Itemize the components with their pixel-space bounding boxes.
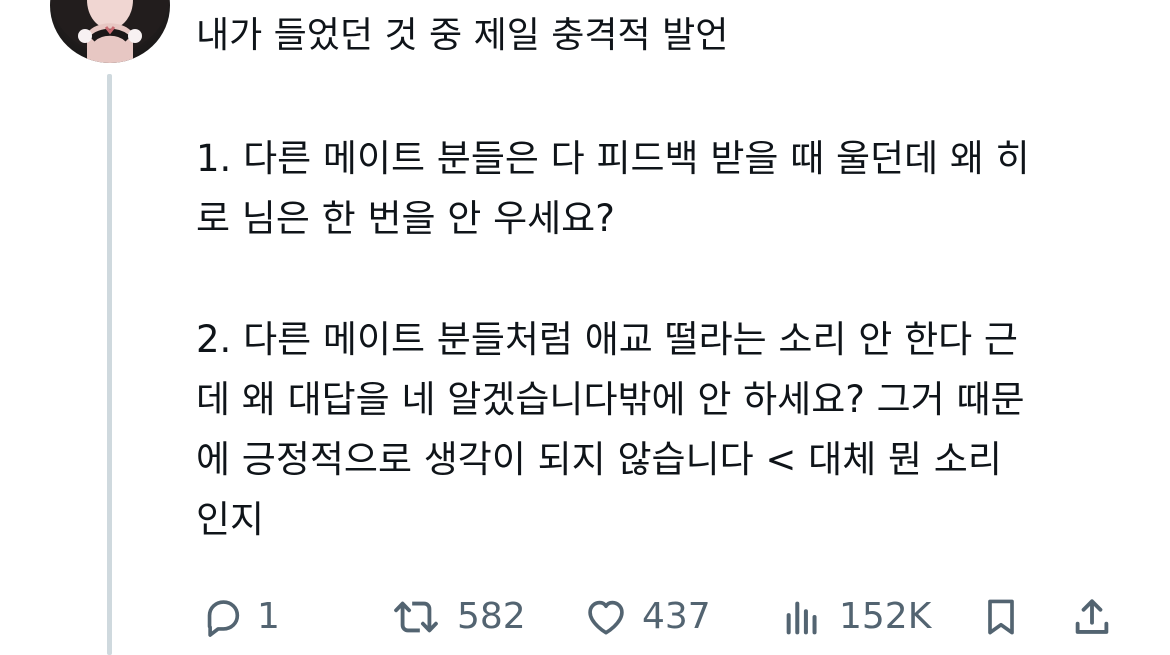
views-button[interactable]: 152K [781, 585, 931, 649]
repost-icon [394, 601, 438, 633]
heart-icon [588, 600, 624, 635]
repost-count: 582 [457, 596, 526, 637]
avatar[interactable] [50, 0, 170, 63]
post-paragraph-1: 1. 다른 메이트 분들은 다 피드백 받을 때 울던데 왜 히 로 님은 한 … [196, 129, 1126, 249]
like-button[interactable]: 437 [582, 585, 711, 649]
share-button[interactable] [1069, 585, 1115, 649]
post-paragraph-1-line-1: 1. 다른 메이트 분들은 다 피드백 받을 때 울던데 왜 히 [196, 137, 1030, 180]
post-paragraph-2-line-3: 에 긍정적으로 생각이 되지 않습니다 < 대체 뭔 소리 [196, 438, 1002, 481]
like-count: 437 [642, 596, 711, 637]
reply-count: 1 [257, 596, 280, 637]
post-paragraph-2-line-4: 인지 [196, 498, 265, 541]
tweet-post: 내가 들었던 것 중 제일 충격적 발언 1. 다른 메이트 분들은 다 피드백… [0, 0, 1170, 655]
post-paragraph-2-line-2: 데 왜 대답을 네 알겠습니다밖에 안 하세요? 그거 때문 [196, 378, 1025, 421]
post-paragraph-2: 2. 다른 메이트 분들처럼 애교 떨라는 소리 안 한다 근 데 왜 대답을 … [196, 310, 1126, 550]
thread-line [107, 74, 112, 655]
share-icon [1075, 599, 1109, 634]
views-count: 152K [839, 596, 932, 637]
avatar-image [50, 0, 170, 63]
post-actions-bar: 1 582 437 152K [0, 585, 1170, 649]
reply-button[interactable]: 1 [199, 585, 280, 649]
post-paragraph-1-line-2: 로 님은 한 번을 안 우세요? [196, 197, 615, 240]
views-chart-icon [786, 601, 817, 635]
post-title: 내가 들었던 것 중 제일 충격적 발언 [196, 15, 729, 56]
bookmark-button[interactable] [979, 585, 1023, 649]
bookmark-icon [988, 599, 1014, 635]
reply-icon [207, 600, 240, 637]
post-paragraph-2-line-1: 2. 다른 메이트 분들처럼 애교 떨라는 소리 안 한다 근 [196, 318, 1018, 361]
repost-button[interactable]: 582 [387, 585, 526, 649]
